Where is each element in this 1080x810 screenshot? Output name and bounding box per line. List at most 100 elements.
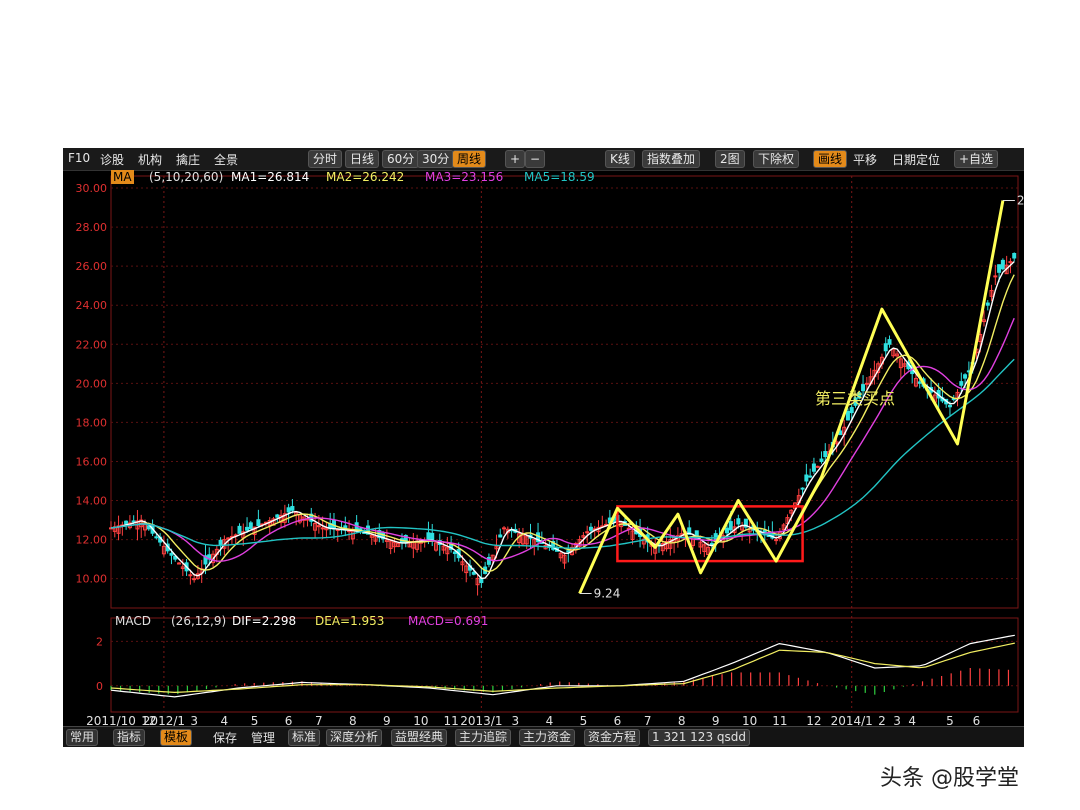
- time-axis-label: 2: [878, 714, 886, 726]
- tab-yimeng-classic[interactable]: 益盟经典: [391, 729, 448, 746]
- macd-value: MACD=0.691: [408, 614, 489, 628]
- candle-body: [1000, 259, 1005, 270]
- time-axis-label: 5: [946, 714, 954, 726]
- time-axis-label: 7: [644, 714, 652, 726]
- candle-body: [993, 275, 998, 278]
- ma3-value: MA3=23.156: [425, 170, 504, 184]
- candle-body: [864, 382, 869, 385]
- ma3-line: [110, 317, 1015, 562]
- candle-body: [131, 520, 136, 523]
- time-axis-label: 3: [190, 714, 198, 726]
- candle-body: [275, 514, 280, 518]
- template-menu[interactable]: 模板: [160, 729, 193, 746]
- time-axis-label: 5: [251, 714, 259, 726]
- kline-and-macd-chart: 10.00 12.00 14.00 16.00 18.00 20.00 22.00 24.00…: [76, 175, 1024, 726]
- candle-body: [245, 526, 250, 531]
- ma1-value: MA1=26.814: [231, 170, 310, 184]
- candle-body: [169, 552, 174, 556]
- price-tick-label: 20.00: [76, 377, 108, 390]
- candle-body: [218, 539, 223, 545]
- tab-main-force-tracking[interactable]: 主力追踪: [455, 729, 512, 746]
- price-tick-label: 18.00: [76, 416, 108, 429]
- candle-body: [883, 343, 888, 352]
- candle-body: [1012, 252, 1017, 259]
- candle-body: [819, 458, 824, 462]
- ma1-line: [110, 261, 1015, 580]
- candle-body: [728, 521, 733, 531]
- candle-body: [498, 534, 503, 538]
- price-tick-label: 24.00: [76, 299, 108, 312]
- time-axis-label: 12: [806, 714, 821, 726]
- save-button[interactable]: 保存: [213, 729, 237, 746]
- candle-body: [997, 264, 1002, 273]
- candle-body: [917, 381, 922, 384]
- candle-body: [290, 505, 295, 511]
- price-tick-label: 12.00: [76, 534, 108, 547]
- manage-button[interactable]: 管理: [251, 729, 275, 746]
- candle-body: [256, 519, 261, 527]
- bottom-toolbar: 常用 指标 模板 保存 管理 标准 深度分析 益盟经典 主力追踪 主力资金 资金…: [63, 726, 1024, 747]
- candle-body: [154, 536, 159, 539]
- price-tick-label: 10.00: [76, 573, 108, 586]
- tab-custom[interactable]: 1 321 123 qsdd: [648, 729, 750, 746]
- candle-body: [823, 450, 828, 458]
- candle-body: [1008, 261, 1013, 264]
- tab-main-force-funds[interactable]: 主力资金: [519, 729, 576, 746]
- macd-tick-label: 0: [96, 680, 103, 693]
- candle-body: [192, 578, 197, 581]
- time-axis-label: 3: [893, 714, 901, 726]
- price-tick-label: 30.00: [76, 182, 108, 195]
- candle-body: [808, 475, 813, 478]
- price-tick-label: 26.00: [76, 260, 108, 273]
- candle-body: [709, 542, 714, 545]
- time-axis-label: 11: [772, 714, 787, 726]
- time-axis-label: 6: [973, 714, 981, 726]
- third-buy-point-label: 第三类买点: [815, 389, 895, 408]
- candle-body: [588, 526, 593, 531]
- time-axis-label: 10: [413, 714, 428, 726]
- candle-body: [585, 531, 590, 534]
- candle-body: [800, 487, 805, 490]
- macd-params: (26,12,9): [171, 614, 227, 628]
- time-axis-label: 10: [742, 714, 757, 726]
- ma-params: (5,10,20,60): [149, 170, 224, 184]
- price-tick-label: 28.00: [76, 221, 108, 234]
- candle-body: [959, 381, 964, 386]
- time-axis-label: 8: [349, 714, 357, 726]
- price-tick-label: 22.00: [76, 338, 108, 351]
- time-axis-label: 4: [908, 714, 916, 726]
- time-axis-label: 6: [285, 714, 293, 726]
- candle-body: [845, 410, 850, 421]
- tab-fund-equation[interactable]: 资金方程: [584, 729, 641, 746]
- time-axis-label: 4: [221, 714, 229, 726]
- tab-standard[interactable]: 标准: [288, 729, 321, 746]
- candle-body: [316, 525, 321, 528]
- time-axis-label: 9: [383, 714, 391, 726]
- candle-body: [124, 520, 129, 525]
- candle-body: [887, 339, 892, 345]
- candle-body: [804, 474, 809, 482]
- ma-indicator-label[interactable]: MA: [111, 170, 134, 184]
- low-price-label: 9.24: [594, 586, 621, 600]
- candle-body: [248, 522, 253, 530]
- time-axis-label: 2011/10: [86, 714, 136, 726]
- candle-body: [452, 551, 457, 555]
- high-price-label: 29.36: [1017, 194, 1024, 208]
- time-axis-label: 9: [712, 714, 720, 726]
- time-axis-label: 6: [614, 714, 622, 726]
- indicator-menu[interactable]: 指标: [113, 729, 146, 746]
- macd-indicator-label[interactable]: MACD: [115, 614, 151, 628]
- candle-body: [566, 550, 571, 553]
- candle-body: [286, 507, 291, 513]
- candle-body: [736, 518, 741, 525]
- tab-deep-analysis[interactable]: 深度分析: [326, 729, 383, 746]
- candle-body: [849, 407, 854, 414]
- common-menu[interactable]: 常用: [66, 729, 99, 746]
- candle-body: [811, 463, 816, 472]
- time-axis-label: 2014/1: [831, 714, 873, 726]
- ma5-value: MA5=18.59: [524, 170, 595, 184]
- time-axis-label: 3: [512, 714, 520, 726]
- time-axis-label: 7: [315, 714, 323, 726]
- candle-body: [963, 374, 968, 379]
- time-axis-label: 2013/1: [460, 714, 502, 726]
